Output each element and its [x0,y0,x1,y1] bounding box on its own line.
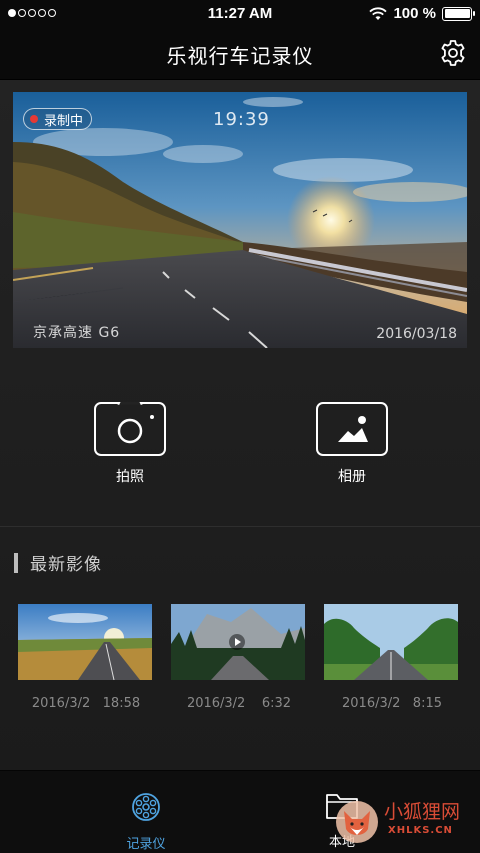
thumbnail-caption: 2016/3/2 8:15 [324,696,460,711]
gear-icon [441,40,465,66]
take-photo-label: 拍照 [116,469,144,485]
thumbnail-caption: 2016/3/2 18:58 [18,696,154,711]
section-divider [0,526,480,527]
thumbnail-time: 18:58 [102,696,141,711]
play-icon [229,634,245,650]
watermark-text-cn: 小狐狸网 [384,801,461,823]
recording-dot-icon [30,115,38,123]
thumbnail-date: 2016/3/2 [342,696,401,711]
take-photo-button[interactable]: 拍照 [85,401,175,486]
latest-section-header: 最新影像 [14,550,102,575]
live-camera-view[interactable]: 录制中 19:39 京承高速 G6 2016/03/18 [13,92,467,348]
status-right: 100 % [369,5,475,22]
media-thumbnail-1[interactable]: 2016/3/2 18:58 [18,604,154,711]
nav-bar: 乐视行车记录仪 [0,28,480,80]
thumbnail-image [171,604,305,680]
album-button[interactable]: 相册 [307,402,397,486]
thumbnail-date: 2016/3/2 [31,696,91,711]
battery-fill [444,9,470,18]
media-thumbnail-2[interactable]: 2016/3/2 6:32 [171,604,307,711]
status-bar: 11:27 AM 100 % [0,0,480,28]
thumbnail-date: 2016/3/2 [186,696,246,711]
recorder-icon [132,793,160,821]
watermark-text-en: XHLKS.CN [388,825,453,836]
live-scene-image [13,92,467,348]
page-title: 乐视行车记录仪 [166,44,314,68]
recording-label: 录制中 [44,113,84,129]
fox-logo-icon [336,801,378,843]
tab-bar: 记录仪 本地 小狐狸网 XHLKS.CN [0,770,480,853]
gallery-icon [316,402,388,456]
album-label: 相册 [338,469,366,485]
thumbnail-image [324,604,458,680]
latest-section-title: 最新影像 [30,555,102,575]
tab-recorder[interactable]: 记录仪 [96,791,196,852]
main-content: 录制中 19:39 京承高速 G6 2016/03/18 拍照 相册 最新影像 [0,80,480,770]
battery-icon [442,6,475,21]
watermark-logo: 小狐狸网 XHLKS.CN [334,797,474,847]
settings-button[interactable] [438,38,468,68]
live-location: 京承高速 G6 [33,325,121,341]
thumbnail-image [18,604,152,680]
camera-icon [94,401,166,456]
tab-recorder-label: 记录仪 [126,837,166,852]
section-marker [14,552,18,573]
wifi-icon [369,6,388,20]
thumbnail-time: 8:15 [412,696,442,711]
battery-percent: 100 % [393,5,436,22]
media-thumbnail-3[interactable]: 2016/3/2 8:15 [324,604,460,711]
recording-badge: 录制中 [23,108,93,130]
thumbnail-caption: 2016/3/2 6:32 [171,696,307,711]
live-date: 2016/03/18 [376,326,457,342]
thumbnail-time: 6:32 [261,696,292,711]
live-time: 19:39 [213,109,270,130]
